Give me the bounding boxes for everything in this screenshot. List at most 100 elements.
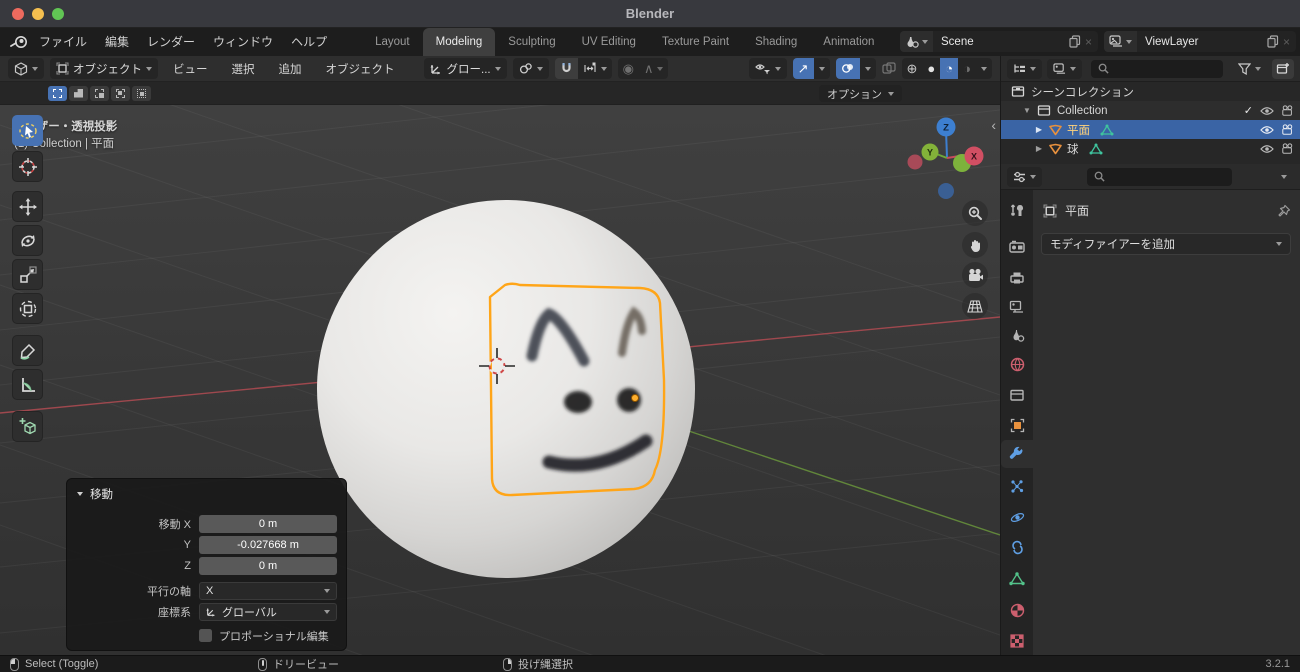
mode-dropdown[interactable]: オブジェクト <box>50 58 158 79</box>
tab-modifier-properties[interactable] <box>1001 440 1033 468</box>
hide-viewport-eye-icon[interactable] <box>1260 125 1274 135</box>
shading-rendered-toggle[interactable]: ◑ <box>958 58 976 79</box>
select-mode-subtract[interactable] <box>90 85 109 101</box>
outliner-search-input[interactable] <box>1091 59 1223 78</box>
tab-render-properties[interactable] <box>1001 233 1033 261</box>
tab-world-properties[interactable] <box>1001 350 1033 378</box>
blender-logo-icon[interactable] <box>10 34 28 50</box>
tab-texture-paint[interactable]: Texture Paint <box>649 28 742 56</box>
disable-render-camera-icon[interactable] <box>1281 124 1294 135</box>
proportional-falloff-dropdown[interactable]: ∧ <box>638 58 669 79</box>
unlink-scene-icon[interactable]: × <box>1085 35 1098 49</box>
pivot-point-dropdown[interactable] <box>512 58 549 79</box>
tab-modeling[interactable]: Modeling <box>422 28 496 56</box>
tool-select-lasso[interactable] <box>12 115 43 146</box>
sphere-disclosure-icon[interactable]: ▶ <box>1033 144 1045 153</box>
xray-toggle[interactable] <box>881 62 896 75</box>
shading-solid-toggle[interactable]: ● <box>922 58 941 79</box>
select-mode-extend[interactable] <box>69 85 88 101</box>
menu-help[interactable]: ヘルプ <box>282 28 336 56</box>
menu-render[interactable]: レンダー <box>138 28 204 56</box>
coord-system-dropdown[interactable]: グローバル <box>199 602 337 621</box>
minimize-window-button[interactable] <box>32 8 44 20</box>
tab-data-properties[interactable] <box>1001 565 1033 593</box>
viewlayer-name[interactable]: ViewLayer <box>1137 36 1263 48</box>
tab-material-properties[interactable] <box>1001 596 1033 624</box>
perspective-toggle-button[interactable] <box>962 293 988 319</box>
tool-scale[interactable] <box>12 259 43 290</box>
select-mode-new[interactable] <box>48 85 67 101</box>
snap-toggle[interactable] <box>554 58 578 79</box>
new-scene-icon[interactable] <box>1065 35 1085 48</box>
shading-material-toggle[interactable]: ◔ <box>940 58 959 79</box>
zoom-view-button[interactable] <box>962 200 988 226</box>
tab-object-properties[interactable] <box>1001 411 1033 439</box>
orient-axis-dropdown[interactable]: X <box>199 581 337 600</box>
tool-add-primitive[interactable] <box>12 411 43 442</box>
menu-add[interactable]: 追加 <box>270 61 311 77</box>
tab-shading[interactable]: Shading <box>742 28 810 56</box>
properties-options-dropdown[interactable] <box>1281 174 1287 179</box>
remove-viewlayer-icon[interactable]: × <box>1283 35 1296 49</box>
collection-checkbox-icon[interactable]: ✓ <box>1244 104 1253 117</box>
show-overlays-toggle[interactable] <box>835 58 860 79</box>
outliner-row-plane[interactable]: ▶ 平面 <box>1001 120 1300 139</box>
viewlayer-browse-button[interactable] <box>1104 31 1137 52</box>
tool-measure[interactable] <box>12 369 43 400</box>
pin-icon[interactable] <box>1277 204 1291 218</box>
shading-settings-dropdown[interactable] <box>976 58 992 79</box>
editor-type-button[interactable] <box>8 58 44 79</box>
tab-layout[interactable]: Layout <box>362 28 423 56</box>
tab-scene-properties[interactable] <box>1001 322 1033 350</box>
tool-rotate[interactable] <box>12 225 43 256</box>
close-window-button[interactable] <box>12 8 24 20</box>
select-mode-intersect[interactable] <box>132 85 151 101</box>
add-modifier-dropdown[interactable]: モディファイアーを追加 <box>1041 233 1291 255</box>
tab-uv-editing[interactable]: UV Editing <box>569 28 649 56</box>
overlays-settings-dropdown[interactable] <box>859 58 876 79</box>
move-z-field[interactable]: 0 m <box>199 556 337 575</box>
breadcrumb-object-name[interactable]: 平面 <box>1065 202 1089 219</box>
plane-disclosure-icon[interactable]: ▶ <box>1033 125 1045 134</box>
options-dropdown[interactable]: オプション <box>819 85 902 102</box>
sphere-object[interactable] <box>317 200 695 578</box>
menu-view[interactable]: ビュー <box>164 61 217 77</box>
tab-output-properties[interactable] <box>1001 264 1033 292</box>
tool-transform[interactable] <box>12 293 43 324</box>
tab-constraint-properties[interactable] <box>1001 533 1033 561</box>
show-gizmo-toggle[interactable]: ↗ <box>792 58 814 79</box>
tool-cursor[interactable] <box>12 151 43 182</box>
properties-editor-type-button[interactable] <box>1007 166 1042 187</box>
show-object-types-dropdown[interactable] <box>748 58 787 79</box>
proportional-checkbox[interactable] <box>199 629 212 642</box>
hide-viewport-eye-icon[interactable] <box>1260 106 1274 116</box>
scene-name[interactable]: Scene <box>933 36 1065 48</box>
operator-panel-header[interactable]: 移動 <box>67 479 346 508</box>
move-y-field[interactable]: -0.027668 m <box>199 535 337 554</box>
tool-move[interactable] <box>12 191 43 222</box>
gizmo-settings-dropdown[interactable] <box>813 58 830 79</box>
tab-tool-properties[interactable] <box>1001 196 1033 224</box>
tool-annotate[interactable] <box>12 335 43 366</box>
tab-animation[interactable]: Animation <box>810 28 887 56</box>
hide-viewport-eye-icon[interactable] <box>1260 144 1274 154</box>
outliner-row-collection[interactable]: ▼ Collection ✓ <box>1001 101 1300 120</box>
menu-select[interactable]: 選択 <box>223 61 264 77</box>
menu-object[interactable]: オブジェクト <box>317 61 404 77</box>
zoom-window-button[interactable] <box>52 8 64 20</box>
collection-disclosure-icon[interactable]: ▼ <box>1021 106 1033 115</box>
menu-file[interactable]: ファイル <box>30 28 96 56</box>
tab-collection-properties[interactable] <box>1001 381 1033 409</box>
new-collection-button[interactable] <box>1272 58 1294 79</box>
tab-viewlayer-properties[interactable] <box>1001 293 1033 321</box>
disable-render-camera-icon[interactable] <box>1281 143 1294 154</box>
pan-view-button[interactable] <box>962 232 988 258</box>
disable-render-camera-icon[interactable] <box>1281 105 1294 116</box>
camera-view-button[interactable] <box>962 262 988 288</box>
scene-browse-button[interactable] <box>900 31 933 52</box>
move-x-field[interactable]: 0 m <box>199 514 337 533</box>
transform-orientation-dropdown[interactable]: グロー... <box>423 58 507 79</box>
viewport-3d[interactable]: ユーザー・透視投影 (1) Collection | 平面 ‹ Z Y X 移動… <box>0 105 1000 655</box>
outliner-filter-button[interactable] <box>1232 59 1267 79</box>
tab-sculpting[interactable]: Sculpting <box>495 28 568 56</box>
